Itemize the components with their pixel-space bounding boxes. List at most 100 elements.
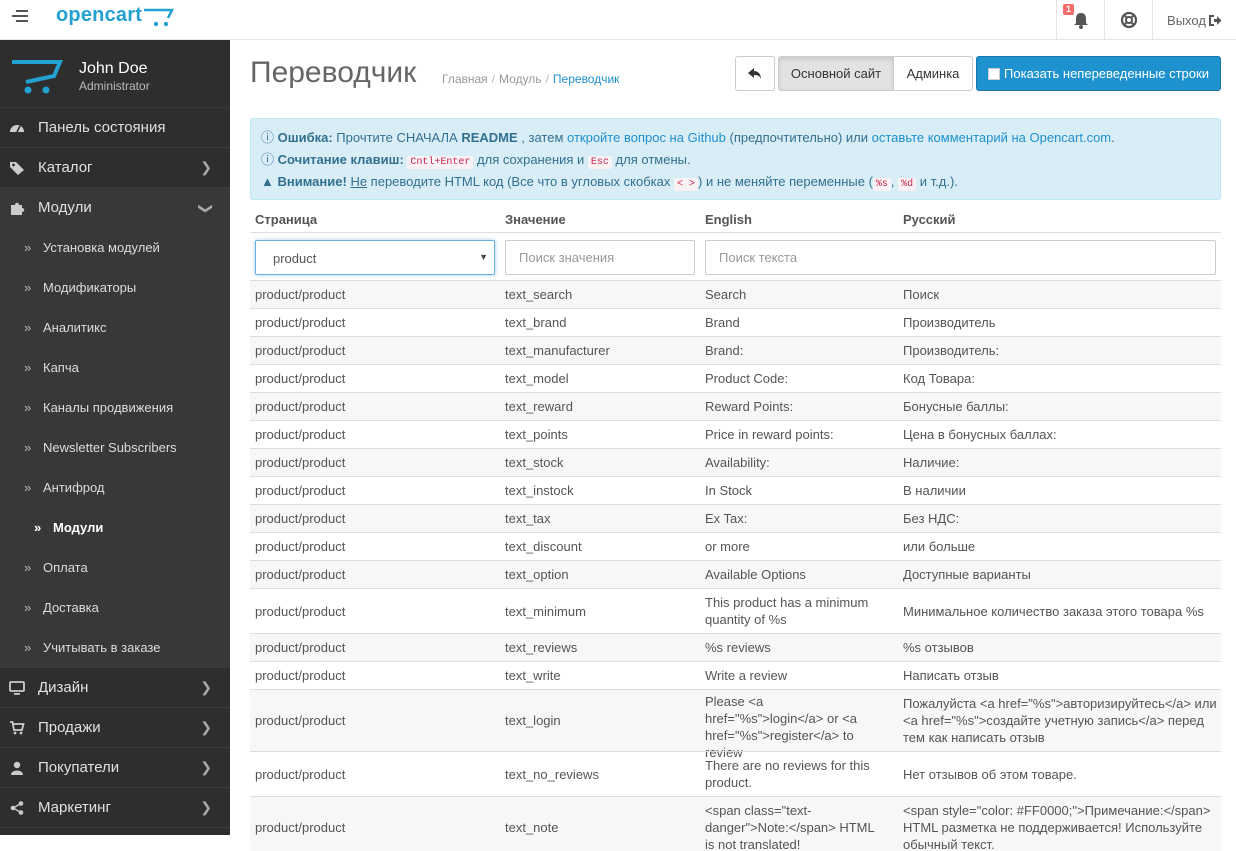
cell-russian[interactable]: Поиск: [903, 286, 1218, 303]
user-icon: [11, 761, 23, 775]
main-site-button[interactable]: Основной сайт: [778, 56, 894, 91]
table-row[interactable]: product/product text_option Available Opti…: [250, 560, 1221, 588]
show-untranslated-button[interactable]: Показать непереведенные строки: [976, 56, 1221, 91]
alert-text: Прочтите СНАЧАЛА: [332, 130, 462, 145]
table-row[interactable]: product/product text_points Price in rewar…: [250, 420, 1221, 448]
table-row[interactable]: product/product text_reward Reward Points:…: [250, 392, 1221, 420]
cell-russian[interactable]: %s отзывов: [903, 639, 1218, 656]
sidebar-item-label: Покупатели: [38, 759, 120, 776]
sidebar: John Doe Administrator Панель состояния …: [0, 40, 230, 835]
table-row[interactable]: product/product text_reviews %s reviews %s …: [250, 633, 1221, 661]
cell-russian[interactable]: Производитель: [903, 314, 1218, 331]
sidebar-subitem-order-totals[interactable]: » Учитывать в заказе: [0, 628, 230, 668]
cell-english: Write a review: [705, 668, 788, 683]
table-row[interactable]: product/product text_stock Availability: На…: [250, 448, 1221, 476]
cell-key: text_brand: [505, 315, 567, 330]
admin-button[interactable]: Админка: [893, 56, 973, 91]
back-button[interactable]: [735, 56, 775, 91]
angle-brackets-code: < >: [673, 178, 698, 191]
table-row[interactable]: product/product text_minimum This product …: [250, 588, 1221, 633]
double-angle-icon: »: [24, 440, 32, 455]
cell-key: text_note: [505, 820, 559, 835]
cell-russian[interactable]: Производитель:: [903, 342, 1218, 359]
table-row[interactable]: product/product text_brand Brand Производит…: [250, 308, 1221, 336]
sidebar-subitem-feeds[interactable]: » Каналы продвижения: [0, 388, 230, 428]
sidebar-item-sales[interactable]: Продажи ❯: [0, 708, 230, 748]
table-row[interactable]: product/product text_manufacturer Brand: Пр…: [250, 336, 1221, 364]
cell-english: Brand:: [705, 343, 744, 358]
cell-page: product/product: [255, 371, 346, 386]
readme-text: README: [461, 130, 518, 145]
cell-russian[interactable]: Написать отзыв: [903, 667, 1218, 684]
logo[interactable]: opencart: [56, 4, 142, 27]
sidebar-subitem-shipping[interactable]: » Доставка: [0, 588, 230, 628]
sidebar-subitem-antifraud[interactable]: » Антифрод: [0, 468, 230, 508]
cell-russian[interactable]: Бонусные баллы:: [903, 398, 1218, 415]
value-search-input[interactable]: [505, 240, 695, 275]
breadcrumb-current[interactable]: Переводчик: [553, 72, 620, 86]
sidebar-subitem-payments[interactable]: » Оплата: [0, 548, 230, 588]
cell-russian[interactable]: Наличие:: [903, 454, 1218, 471]
table-row[interactable]: product/product text_tax Ex Tax: Без НДС:: [250, 504, 1221, 532]
cell-russian[interactable]: или больше: [903, 538, 1218, 555]
sidebar-subitem-analytics[interactable]: » Аналитикс: [0, 308, 230, 348]
sidebar-item-catalog[interactable]: Каталог ❯: [0, 148, 230, 188]
sidebar-subitem-newsletter[interactable]: » Newsletter Subscribers: [0, 428, 230, 468]
cell-russian[interactable]: Минимальное количество заказа этого това…: [903, 603, 1218, 620]
cell-russian[interactable]: <span style="color: #FF0000;">Примечание…: [903, 802, 1218, 851]
profile[interactable]: John Doe Administrator: [0, 40, 230, 108]
text-search-input[interactable]: [705, 240, 1216, 275]
show-untranslated-label: Показать непереведенные строки: [1004, 66, 1209, 81]
menu-toggle-icon[interactable]: [12, 10, 28, 26]
sidebar-subitem-captcha[interactable]: » Капча: [0, 348, 230, 388]
cell-russian[interactable]: В наличии: [903, 482, 1218, 499]
sidebar-subitem-modules[interactable]: » Модули: [0, 508, 230, 548]
alert-not-text: Не: [350, 174, 368, 189]
double-angle-icon: »: [24, 280, 32, 295]
sidebar-subitem-install[interactable]: » Установка модулей: [0, 228, 230, 268]
info-circle-icon: ⓘ: [261, 130, 275, 145]
table-row[interactable]: product/product text_instock In Stock В нал…: [250, 476, 1221, 504]
cell-english: Search: [705, 287, 747, 302]
alert-line-shortcuts: ⓘ Сочитание клавиш: Cntl+Enter для сохра…: [261, 152, 1210, 174]
table-row[interactable]: product/product text_note <span class="tex…: [250, 796, 1221, 851]
cell-key: text_points: [505, 427, 568, 442]
sidebar-item-design[interactable]: Дизайн ❯: [0, 668, 230, 708]
help-button[interactable]: [1104, 0, 1152, 40]
cell-russian[interactable]: Доступные варианты: [903, 566, 1218, 583]
table-row[interactable]: product/product text_search Search Поиск: [250, 280, 1221, 308]
notifications-button[interactable]: 1: [1056, 0, 1104, 40]
cell-page: product/product: [255, 640, 346, 655]
breadcrumb-module[interactable]: Модуль: [499, 72, 542, 86]
checkbox-icon[interactable]: [988, 67, 1001, 80]
cell-russian[interactable]: Пожалуйста <a href="%s">авторизируйтесь<…: [903, 695, 1218, 746]
column-header-key: Значение: [505, 212, 566, 227]
chevron-right-icon: ❯: [200, 719, 212, 735]
table-row[interactable]: product/product text_model Product Code: Ко…: [250, 364, 1221, 392]
cell-key: text_model: [505, 371, 569, 386]
breadcrumb-home[interactable]: Главная: [442, 72, 488, 86]
cell-russian[interactable]: Нет отзывов об этом товаре.: [903, 766, 1218, 783]
table-row[interactable]: product/product text_login Please <a href=…: [250, 689, 1221, 760]
table-row[interactable]: product/product text_discount or more или б…: [250, 532, 1221, 560]
page-filter-select[interactable]: product ▼: [255, 240, 495, 275]
github-link[interactable]: откройте вопрос на Github: [567, 130, 726, 145]
var-d-code: %d: [898, 178, 917, 191]
cell-russian[interactable]: Код Товара:: [903, 370, 1218, 387]
cell-russian[interactable]: Без НДС:: [903, 510, 1218, 527]
cell-page: product/product: [255, 455, 346, 470]
cell-key: text_option: [505, 567, 569, 582]
opencart-comment-link[interactable]: оставьте комментарий на Opencart.com: [872, 130, 1112, 145]
table-row[interactable]: product/product text_no_reviews There are …: [250, 751, 1221, 796]
sidebar-item-marketing[interactable]: Маркетинг ❯: [0, 788, 230, 828]
sidebar-item-customers[interactable]: Покупатели ❯: [0, 748, 230, 788]
table-row[interactable]: product/product text_write Write a review Н…: [250, 661, 1221, 689]
cell-russian[interactable]: Цена в бонусных баллах:: [903, 426, 1218, 443]
logout-button[interactable]: Выход: [1152, 0, 1236, 40]
sidebar-subitem-modifications[interactable]: » Модификаторы: [0, 268, 230, 308]
sidebar-item-dashboard[interactable]: Панель состояния: [0, 108, 230, 148]
cell-key: text_reviews: [505, 640, 578, 655]
sidebar-item-modules[interactable]: Модули ❯: [0, 188, 230, 228]
page-filter-value: product: [273, 251, 317, 266]
notification-badge: 1: [1063, 4, 1075, 15]
